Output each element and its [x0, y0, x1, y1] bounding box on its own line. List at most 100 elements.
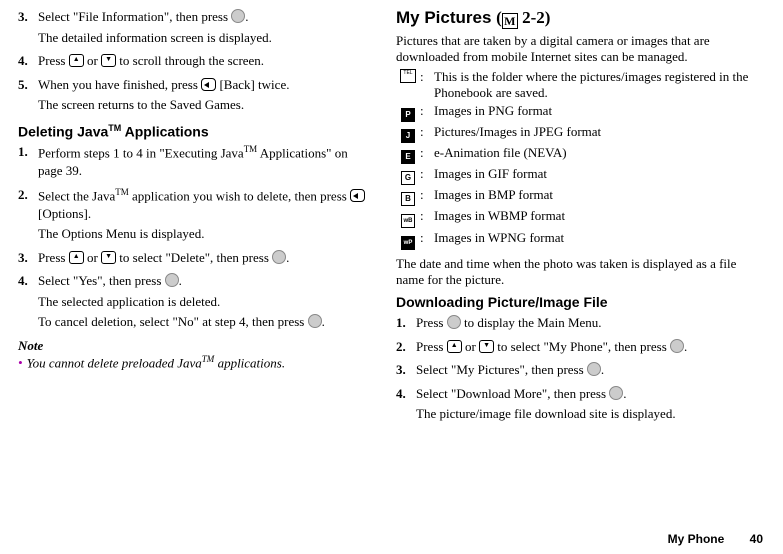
format-row: wB : Images in WBMP format: [396, 208, 756, 228]
step-text: or: [84, 250, 101, 265]
ok-key-icon: [447, 315, 461, 329]
gif-icon: G: [401, 171, 415, 185]
step-text: .: [245, 9, 248, 24]
step-text: to scroll through the screen.: [116, 53, 264, 68]
options-key-icon: [350, 189, 365, 202]
step-text: Press: [38, 250, 69, 265]
up-key-icon: [447, 340, 462, 353]
ok-key-icon: [272, 250, 286, 264]
list-item: 2. Press or to select "My Phone", then p…: [396, 338, 756, 359]
deleting-heading: Deleting JavaTM Applications: [18, 123, 368, 140]
step-text: to display the Main Menu.: [461, 315, 602, 330]
list-item: 4. Select "Yes", then press . The select…: [18, 272, 368, 334]
list-item: 1. Press to display the Main Menu.: [396, 314, 756, 335]
format-row: G : Images in GIF format: [396, 166, 756, 185]
png-icon: P: [401, 108, 415, 122]
my-pictures-heading: My Pictures (M 2-2): [396, 8, 756, 29]
format-list: : This is the folder where the pictures/…: [396, 69, 756, 250]
step-subtext: To cancel deletion, select "No" at step …: [38, 314, 308, 329]
format-desc: Images in WPNG format: [434, 230, 756, 246]
format-desc: Images in PNG format: [434, 103, 756, 119]
steps-continued: 3. Select "File Information", then press…: [18, 8, 368, 117]
format-row: P : Images in PNG format: [396, 103, 756, 122]
ok-key-icon: [609, 386, 623, 400]
phonebook-folder-icon: [400, 69, 416, 83]
step-number: 2.: [396, 338, 416, 359]
step-text: application you wish to delete, then pre…: [129, 188, 350, 203]
downloading-heading: Downloading Picture/Image File: [396, 294, 756, 310]
step-subtext: The Options Menu is displayed.: [38, 225, 368, 243]
format-desc: Images in BMP format: [434, 187, 756, 203]
date-note: The date and time when the photo was tak…: [396, 256, 756, 288]
step-text: When you have finished, press: [38, 77, 201, 92]
deleting-steps: 1. Perform steps 1 to 4 in "Executing Ja…: [18, 143, 368, 334]
neva-icon: E: [401, 150, 415, 164]
intro-paragraph: Pictures that are taken by a digital cam…: [396, 33, 756, 65]
up-key-icon: [69, 54, 84, 67]
down-key-icon: [101, 251, 116, 264]
list-item: 3. Select "My Pictures", then press .: [396, 361, 756, 382]
step-text: Select "My Pictures", then press: [416, 362, 587, 377]
step-text: or: [84, 53, 101, 68]
ok-key-icon: [587, 362, 601, 376]
step-text: Select "File Information", then press: [38, 9, 231, 24]
step-number: 3.: [18, 8, 38, 49]
list-item: 4. Press or to scroll through the screen…: [18, 52, 368, 73]
step-text: Select "Download More", then press: [416, 386, 609, 401]
step-text: Select "Yes", then press: [38, 273, 165, 288]
step-text: .: [179, 273, 182, 288]
step-text: [Options].: [38, 206, 91, 221]
step-number: 4.: [18, 52, 38, 73]
list-item: 2. Select the JavaTM application you wis…: [18, 186, 368, 246]
ok-key-icon: [670, 339, 684, 353]
step-number: 5.: [18, 76, 38, 117]
format-desc: e-Animation file (NEVA): [434, 145, 756, 161]
format-row: B : Images in BMP format: [396, 187, 756, 206]
down-key-icon: [101, 54, 116, 67]
step-text: Select the Java: [38, 188, 115, 203]
step-subtext: The detailed information screen is displ…: [38, 29, 368, 47]
step-subtext: The picture/image file download site is …: [416, 405, 756, 423]
list-item: 5. When you have finished, press [Back] …: [18, 76, 368, 117]
page-footer: My Phone 40: [668, 532, 763, 546]
down-key-icon: [479, 340, 494, 353]
format-desc: Images in WBMP format: [434, 208, 756, 224]
step-text: to select "Delete", then press: [116, 250, 272, 265]
step-text: .: [286, 250, 289, 265]
back-key-icon: [201, 78, 216, 91]
step-number: 1.: [396, 314, 416, 335]
format-row: wP : Images in WPNG format: [396, 230, 756, 250]
list-item: 1. Perform steps 1 to 4 in "Executing Ja…: [18, 143, 368, 182]
footer-section: My Phone: [668, 532, 725, 546]
right-column: My Pictures (M 2-2) Pictures that are ta…: [396, 8, 756, 429]
left-column: 3. Select "File Information", then press…: [18, 8, 368, 429]
format-desc: Images in GIF format: [434, 166, 756, 182]
step-number: 2.: [18, 186, 38, 246]
list-item: 3. Press or to select "Delete", then pre…: [18, 249, 368, 270]
format-row: : This is the folder where the pictures/…: [396, 69, 756, 101]
note-heading: Note: [18, 338, 368, 354]
step-text: .: [623, 386, 626, 401]
wbmp-icon: wB: [401, 214, 415, 228]
step-text: to select "My Phone", then press: [494, 339, 670, 354]
step-text: Press: [38, 53, 69, 68]
download-steps: 1. Press to display the Main Menu. 2. Pr…: [396, 314, 756, 426]
step-number: 3.: [396, 361, 416, 382]
step-text: .: [601, 362, 604, 377]
ok-key-icon: [165, 273, 179, 287]
ok-key-icon: [231, 9, 245, 23]
step-number: 1.: [18, 143, 38, 182]
jpeg-icon: J: [401, 129, 415, 143]
step-text: Press: [416, 315, 447, 330]
step-text: .: [322, 314, 325, 329]
step-text: Perform steps 1 to 4 in "Executing Java: [38, 146, 244, 161]
step-number: 4.: [396, 385, 416, 426]
list-item: 3. Select "File Information", then press…: [18, 8, 368, 49]
format-row: J : Pictures/Images in JPEG format: [396, 124, 756, 143]
step-subtext: The screen returns to the Saved Games.: [38, 96, 368, 114]
step-subtext: The selected application is deleted.: [38, 293, 368, 311]
step-text: or: [462, 339, 479, 354]
footer-page-number: 40: [750, 532, 763, 546]
step-number: 3.: [18, 249, 38, 270]
note-body: •You cannot delete preloaded JavaTM appl…: [18, 354, 368, 371]
